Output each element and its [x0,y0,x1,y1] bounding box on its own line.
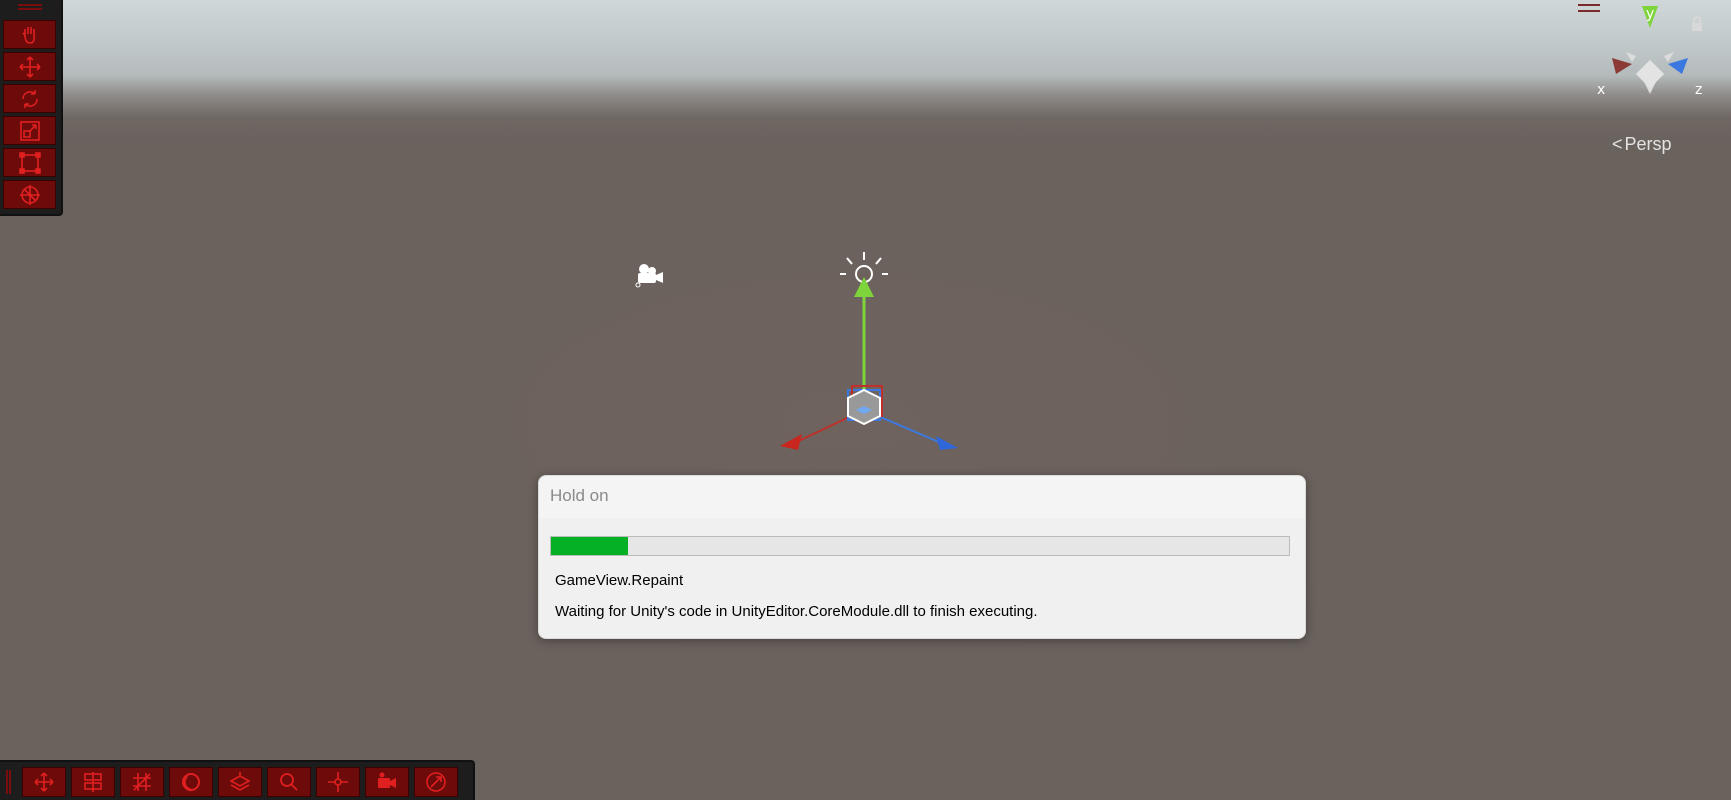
hand-tool-button[interactable] [3,20,56,49]
y-axis-cone [854,277,874,297]
move-view-button[interactable] [22,767,66,797]
layers-icon [229,772,251,791]
scale-icon [19,120,40,141]
dialog-header [539,476,1305,518]
projection-label: Persp [1624,134,1672,154]
move-tool-button[interactable] [3,52,56,81]
move-icon [34,772,54,792]
hand-icon [21,26,35,44]
grid-snap-button[interactable] [120,767,164,797]
tools-overlay [0,0,63,216]
search-icon [280,773,298,791]
layout-icon [84,772,102,792]
move-icon [18,55,41,78]
compass-button[interactable] [414,767,458,797]
transform-gizmo[interactable] [740,250,980,450]
z-axis-label: z [1695,82,1703,98]
video-camera-icon [378,772,396,788]
y-axis-label: y [1646,6,1655,22]
progress-bar-fill [551,537,629,555]
transform-icon [19,184,40,205]
progress-status-title: GameView.Repaint [555,572,684,589]
lock-icon[interactable] [1690,16,1704,32]
hold-on-dialog: Hold on GameView.Repaint Waiting for Uni… [538,475,1306,639]
sphere-button[interactable] [169,767,213,797]
sphere-icon [182,773,200,792]
scene-camera-button[interactable] [365,767,409,797]
drag-handle-icon[interactable] [18,4,42,10]
rotate-tool-button[interactable] [3,84,56,113]
camera-object-icon[interactable] [634,260,664,288]
skybox [0,0,1731,140]
progress-bar [550,536,1290,556]
projection-toggle[interactable]: < Persp [1612,134,1672,155]
rotate-icon [21,89,38,108]
pivot-icon [328,772,348,792]
scene-view[interactable]: y x z < Persp Hold on GameView.Repaint W… [0,0,1731,800]
bottom-overlay-toolbar [0,760,475,800]
x-axis-label: x [1597,82,1606,98]
chevron-left-icon: < [1612,134,1623,154]
x-axis-cone [780,434,802,450]
dialog-title: Hold on [550,486,609,505]
search-button[interactable] [267,767,311,797]
transform-tool-button[interactable] [3,180,56,209]
scale-tool-button[interactable] [3,116,56,145]
z-axis-cone [936,436,958,450]
compass-icon [426,772,446,792]
layout-button[interactable] [71,767,115,797]
grid-icon [133,773,151,791]
layers-button[interactable] [218,767,262,797]
drag-handle-icon[interactable] [6,770,11,794]
pivot-button[interactable] [316,767,360,797]
rect-transform-icon [18,151,41,174]
rect-tool-button[interactable] [3,148,56,177]
progress-status-detail: Waiting for Unity's code in UnityEditor.… [555,603,1038,620]
